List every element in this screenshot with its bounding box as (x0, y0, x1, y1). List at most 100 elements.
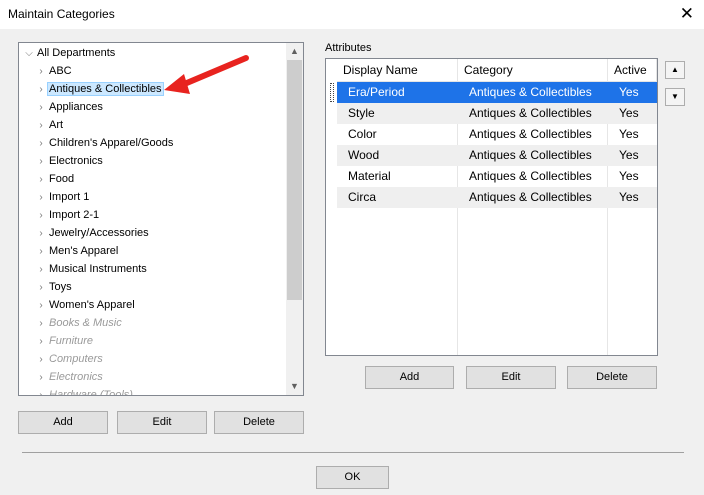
tree-item[interactable]: › Men's Apparel (35, 242, 120, 260)
attribute-row[interactable]: Wood Antiques & Collectibles Yes (337, 145, 657, 166)
tree-item[interactable]: › Import 2-1 (35, 206, 101, 224)
attr-delete-button[interactable]: Delete (567, 366, 657, 389)
window-title: Maintain Categories (8, 7, 115, 21)
arrow-up-icon: ▲ (671, 65, 679, 74)
tree-add-button[interactable]: Add (18, 411, 108, 434)
expand-icon[interactable]: › (35, 135, 47, 153)
tree-root[interactable]: ⌵ All Departments (23, 44, 117, 62)
attribute-name-cell: Style (348, 106, 375, 120)
col-header-category[interactable]: Category (458, 59, 608, 82)
expand-icon[interactable]: › (35, 63, 47, 81)
move-up-button[interactable]: ▲ (665, 61, 685, 79)
attribute-active-cell: Yes (619, 106, 639, 120)
attribute-active-cell: Yes (619, 190, 639, 204)
tree-item-label: Musical Instruments (49, 263, 147, 275)
expand-icon[interactable]: › (35, 81, 47, 99)
tree-item[interactable]: › Food (35, 170, 76, 188)
expand-icon[interactable]: › (35, 297, 47, 315)
expand-icon[interactable]: › (35, 153, 47, 171)
tree-item-label: Food (49, 173, 75, 185)
tree-item-label: ABC (49, 65, 72, 77)
expand-icon[interactable]: › (35, 315, 47, 333)
attribute-row[interactable]: Era/Period Antiques & Collectibles Yes (337, 82, 657, 103)
expand-icon[interactable]: › (35, 387, 47, 395)
tree-item[interactable]: › Antiques & Collectibles (35, 80, 164, 98)
expand-icon[interactable]: › (35, 351, 47, 369)
title-bar: Maintain Categories ✕ (0, 0, 704, 29)
expand-icon[interactable]: › (35, 117, 47, 135)
attribute-active-cell: Yes (619, 148, 639, 162)
attribute-active-cell: Yes (619, 127, 639, 141)
tree-item-label: Antiques & Collectibles (47, 82, 164, 96)
tree-item[interactable]: › Electronics (35, 368, 105, 386)
attribute-row[interactable]: Color Antiques & Collectibles Yes (337, 124, 657, 145)
expand-icon[interactable]: › (35, 171, 47, 189)
footer-separator (22, 452, 684, 453)
attribute-row[interactable]: Style Antiques & Collectibles Yes (337, 103, 657, 124)
close-icon[interactable]: ✕ (680, 4, 694, 24)
attribute-row[interactable]: Material Antiques & Collectibles Yes (337, 166, 657, 187)
tree-item-label: Electronics (49, 155, 103, 167)
attribute-category-cell: Antiques & Collectibles (469, 148, 592, 162)
tree-item-label: Computers (49, 353, 103, 365)
tree-item[interactable]: › Import 1 (35, 188, 91, 206)
attribute-category-cell: Antiques & Collectibles (469, 190, 592, 204)
row-focus-indicator (330, 83, 334, 102)
tree-item-label: Art (49, 119, 64, 131)
tree-item[interactable]: › Books & Music (35, 314, 124, 332)
attribute-category-cell: Antiques & Collectibles (469, 169, 592, 183)
col-header-active[interactable]: Active (608, 59, 657, 82)
scroll-down-icon[interactable]: ▼ (286, 378, 303, 395)
tree-item-label: Books & Music (49, 317, 122, 329)
tree-item[interactable]: › Women's Apparel (35, 296, 137, 314)
tree-item-label: Jewelry/Accessories (49, 227, 149, 239)
attribute-name-cell: Wood (348, 148, 380, 162)
attribute-category-cell: Antiques & Collectibles (469, 106, 592, 120)
tree-item[interactable]: › Electronics (35, 152, 105, 170)
expand-icon[interactable]: › (35, 279, 47, 297)
scroll-thumb[interactable] (287, 60, 302, 300)
expand-icon[interactable]: › (35, 189, 47, 207)
tree-item[interactable]: › Furniture (35, 332, 95, 350)
tree-scrollbar[interactable]: ▲ ▼ (286, 43, 303, 395)
attribute-name-cell: Color (348, 127, 377, 141)
tree-item-label: Import 2-1 (49, 209, 100, 221)
tree-item[interactable]: › Art (35, 116, 65, 134)
tree-edit-button[interactable]: Edit (117, 411, 207, 434)
collapse-icon[interactable]: ⌵ (23, 45, 35, 63)
tree-item-label: Electronics (49, 371, 103, 383)
tree-item[interactable]: › Computers (35, 350, 105, 368)
tree-item[interactable]: › Musical Instruments (35, 260, 149, 278)
attribute-name-cell: Circa (348, 190, 377, 204)
tree-item-label: Men's Apparel (49, 245, 119, 257)
ok-button[interactable]: OK (316, 466, 389, 489)
annotation-arrow-icon (164, 55, 249, 94)
tree-delete-button[interactable]: Delete (214, 411, 304, 434)
tree-item[interactable]: › ABC (35, 62, 74, 80)
expand-icon[interactable]: › (35, 261, 47, 279)
attribute-name-cell: Era/Period (348, 85, 405, 99)
tree-item[interactable]: › Jewelry/Accessories (35, 224, 151, 242)
expand-icon[interactable]: › (35, 99, 47, 117)
tree-item[interactable]: › Toys (35, 278, 74, 296)
move-down-button[interactable]: ▼ (665, 88, 685, 106)
scroll-up-icon[interactable]: ▲ (286, 43, 303, 60)
tree-item[interactable]: › Appliances (35, 98, 105, 116)
expand-icon[interactable]: › (35, 333, 47, 351)
col-header-display-name[interactable]: Display Name (337, 59, 458, 82)
expand-icon[interactable]: › (35, 243, 47, 261)
attributes-grid[interactable]: Display Name Category Active Era/Period A… (325, 58, 658, 356)
tree-item[interactable]: ›Hardware (Tools) (35, 386, 135, 395)
tree-item-label: Appliances (49, 101, 103, 113)
attribute-row[interactable]: Circa Antiques & Collectibles Yes (337, 187, 657, 208)
attr-edit-button[interactable]: Edit (466, 366, 556, 389)
attribute-active-cell: Yes (619, 85, 639, 99)
expand-icon[interactable]: › (35, 225, 47, 243)
expand-icon[interactable]: › (35, 207, 47, 225)
attr-add-button[interactable]: Add (365, 366, 454, 389)
attribute-active-cell: Yes (619, 169, 639, 183)
attribute-name-cell: Material (348, 169, 391, 183)
tree-item-label: Toys (49, 281, 72, 293)
tree-item[interactable]: › Children's Apparel/Goods (35, 134, 175, 152)
expand-icon[interactable]: › (35, 369, 47, 387)
